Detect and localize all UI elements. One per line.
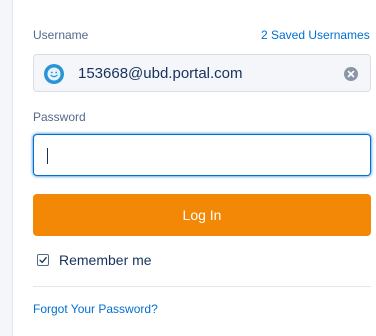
password-input[interactable]: [33, 134, 371, 176]
username-chip[interactable]: 153668@ubd.portal.com: [33, 54, 371, 92]
password-label: Password: [33, 110, 86, 124]
clear-x-icon[interactable]: [344, 67, 358, 81]
remember-me-label: Remember me: [59, 252, 152, 268]
text-caret: [47, 148, 48, 164]
username-value: 153668@ubd.portal.com: [78, 65, 243, 82]
checkbox-checked-icon[interactable]: [37, 254, 49, 266]
divider: [33, 286, 371, 287]
smiley-face-icon: [44, 64, 64, 84]
remember-me-checkbox[interactable]: Remember me: [37, 252, 152, 268]
forgot-password-link[interactable]: Forgot Your Password?: [33, 302, 158, 316]
saved-usernames-link[interactable]: 2 Saved Usernames: [261, 28, 370, 42]
login-card: Username 2 Saved Usernames 153668@ubd.po…: [12, 0, 376, 336]
login-button[interactable]: Log In: [33, 194, 371, 236]
username-label: Username: [33, 28, 89, 42]
